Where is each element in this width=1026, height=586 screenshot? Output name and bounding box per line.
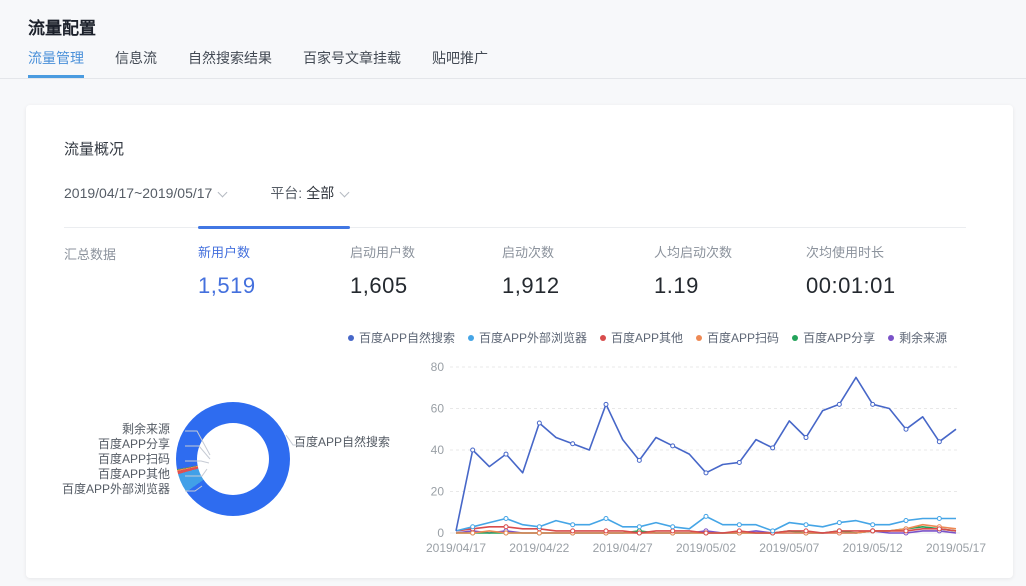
legend-dot [600, 335, 606, 341]
legend-dot [792, 335, 798, 341]
tab-baijiahao-article-mount[interactable]: 百家号文章挂载 [303, 48, 401, 78]
legend-dot [468, 335, 474, 341]
platform-value: 全部 [306, 185, 334, 201]
metric-launch-count[interactable]: 启动次数 1,912 [502, 242, 654, 299]
svg-text:2019/04/22: 2019/04/22 [509, 541, 569, 555]
legend-item-other[interactable]: 百度APP其他 [600, 329, 683, 346]
chevron-down-icon [340, 188, 350, 198]
donut-label-organic-search: 百度APP自然搜索 [294, 433, 404, 450]
donut-label-external-browser: 百度APP外部浏览器 [46, 480, 170, 497]
legend-item-scan-code[interactable]: 百度APP扫码 [696, 329, 779, 346]
traffic-overview-card: 流量概况 2019/04/17~2019/05/17 平台:全部 汇总数据 新用… [26, 105, 1013, 578]
summary-stats-row: 汇总数据 新用户数 1,519 启动用户数 1,605 启动次数 1,912 人… [64, 242, 958, 299]
svg-text:60: 60 [431, 402, 445, 416]
legend-item-organic-search[interactable]: 百度APP自然搜索 [348, 329, 455, 346]
metric-avg-launches-per-user[interactable]: 人均启动次数 1.19 [654, 242, 806, 299]
svg-text:0: 0 [437, 526, 444, 540]
chart-legend: 百度APP自然搜索 百度APP外部浏览器 百度APP其他 百度APP扫码 百度A… [348, 329, 960, 346]
svg-text:2019/05/17: 2019/05/17 [926, 541, 986, 555]
legend-item-external-browser[interactable]: 百度APP外部浏览器 [468, 329, 587, 346]
traffic-source-donut-chart [176, 402, 290, 516]
metric-avg-session-duration[interactable]: 次均使用时长 00:01:01 [806, 242, 958, 299]
platform-select[interactable]: 平台:全部 [270, 183, 348, 203]
svg-text:20: 20 [431, 485, 445, 499]
filters-row: 2019/04/17~2019/05/17 平台:全部 [64, 183, 348, 203]
chevron-down-icon [218, 188, 228, 198]
svg-text:40: 40 [431, 443, 445, 457]
tab-feed[interactable]: 信息流 [115, 48, 157, 78]
stats-group-label: 汇总数据 [64, 242, 198, 299]
legend-item-share[interactable]: 百度APP分享 [792, 329, 875, 346]
metric-new-users[interactable]: 新用户数 1,519 [198, 242, 350, 299]
traffic-config-page: 流量配置 流量管理 信息流 自然搜索结果 百家号文章挂载 贴吧推广 流量概况 2… [0, 0, 1026, 586]
svg-text:2019/05/02: 2019/05/02 [676, 541, 736, 555]
svg-text:80: 80 [431, 360, 445, 374]
panel-title: 流量概况 [64, 138, 124, 159]
legend-dot [696, 335, 702, 341]
tab-tieba-promotion[interactable]: 贴吧推广 [432, 48, 488, 78]
legend-item-remaining-source[interactable]: 剩余来源 [888, 329, 947, 346]
traffic-line-chart: 0 20 40 60 80 2019/04/17 2019/04/22 2019/04/27 2… [392, 352, 1004, 567]
date-range-value: 2019/04/17~2019/05/17 [64, 185, 212, 201]
legend-dot [348, 335, 354, 341]
platform-label: 平台: [270, 185, 302, 201]
legend-dot [888, 335, 894, 341]
svg-text:2019/05/12: 2019/05/12 [843, 541, 903, 555]
metric-launch-users[interactable]: 启动用户数 1,605 [350, 242, 502, 299]
tab-organic-search-results[interactable]: 自然搜索结果 [188, 48, 272, 78]
svg-text:2019/05/07: 2019/05/07 [759, 541, 819, 555]
svg-text:2019/04/27: 2019/04/27 [593, 541, 653, 555]
date-range-select[interactable]: 2019/04/17~2019/05/17 [64, 185, 226, 201]
page-title: 流量配置 [28, 14, 96, 39]
main-tabbar: 流量管理 信息流 自然搜索结果 百家号文章挂载 贴吧推广 [0, 48, 1026, 79]
svg-text:2019/04/17: 2019/04/17 [426, 541, 486, 555]
tab-traffic-management[interactable]: 流量管理 [28, 48, 84, 78]
metric-indicator-active [198, 226, 350, 229]
